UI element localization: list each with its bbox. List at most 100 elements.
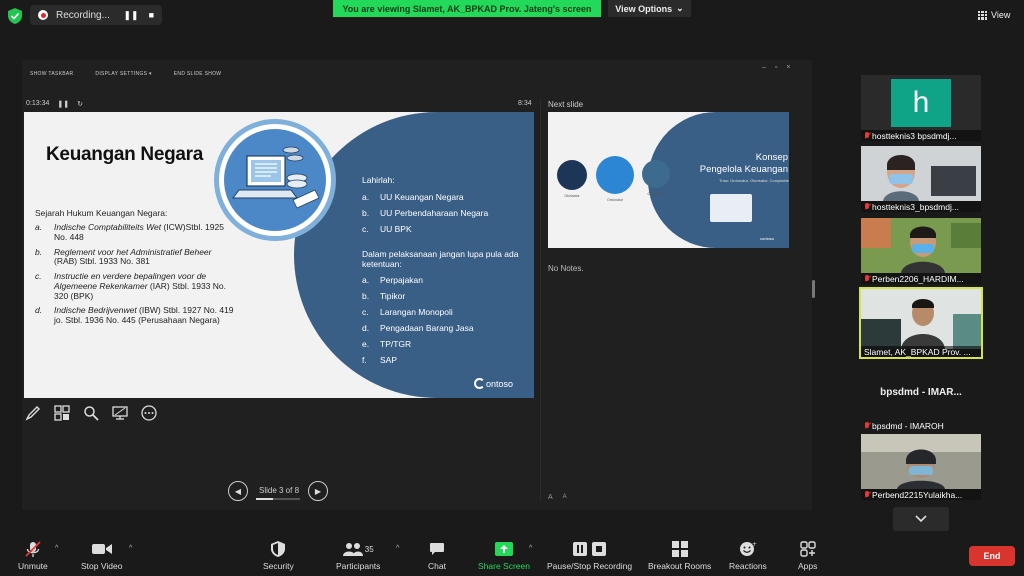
pause-timer-icon[interactable]: ❚❚ — [57, 100, 69, 108]
breakout-rooms-button[interactable]: Breakout Rooms — [648, 540, 711, 571]
end-meeting-button[interactable]: End — [969, 546, 1015, 566]
share-options-caret[interactable]: ^ — [529, 545, 532, 552]
slide-counter[interactable]: Slide 3 of 8 — [254, 486, 304, 495]
notes-text-size: A A — [548, 494, 567, 501]
viewing-banner: You are viewing Slamet, AK_BPKAD Prov. J… — [333, 0, 601, 17]
zoom-window: Recording... ❚❚ ■ You are viewing Slamet… — [0, 0, 1024, 576]
list-item: e. TP/TGR — [362, 339, 412, 350]
participants-button[interactable]: 35 Participants — [336, 540, 380, 571]
video-camera-icon — [91, 540, 112, 558]
scroll-participants-down-button[interactable] — [893, 507, 949, 531]
video-feed — [861, 146, 981, 201]
otorisator-icon — [557, 160, 587, 190]
chat-bubble-icon — [429, 540, 445, 558]
contoso-logo-icon — [474, 378, 485, 389]
slide-right-content: Lahirlah: a. UU Keuangan Negara b. UU Perb… — [362, 175, 532, 371]
participant-tile[interactable]: bpsdmd - IMAR... bpsdmd - IMAROH — [861, 363, 981, 431]
minimize-button[interactable]: – — [762, 64, 766, 71]
participant-display-name: bpsdmd - IMAR... — [880, 387, 962, 398]
otorisator-label: Otorisator — [564, 194, 580, 198]
next-slide-logo: contoso — [760, 236, 775, 241]
unmute-button[interactable]: Unmute — [18, 540, 48, 571]
share-screen-button[interactable]: Share Screen — [478, 540, 530, 571]
slide-title: Keuangan Negara — [46, 144, 204, 165]
next-slide-label: Next slide — [548, 100, 584, 109]
video-options-caret[interactable]: ^ — [129, 545, 132, 552]
splitter-handle[interactable] — [812, 280, 815, 298]
increase-text-size-button[interactable]: A — [548, 494, 553, 501]
clock: 8:34 — [518, 100, 532, 107]
black-screen-icon[interactable] — [111, 404, 129, 422]
list-item: b. UU Perbendaharaan Negara — [362, 207, 489, 218]
zoom-icon[interactable] — [82, 404, 100, 422]
chevron-down-icon: ⌄ — [676, 3, 684, 13]
list-item: d. Pengadaan Barang Jasa — [362, 323, 474, 334]
apps-button[interactable]: Apps — [798, 540, 817, 571]
meeting-illustration — [710, 194, 752, 222]
next-slide-thumbnail[interactable]: Otorisator Ordonatur Comptable Konsep Pe… — [548, 112, 789, 248]
active-speaker-tile[interactable]: Slamet, AK_BPKAD Prov. ... — [859, 287, 983, 359]
next-slide-title: Konsep Pengelola Keuangan — [699, 152, 788, 175]
stop-video-button[interactable]: Stop Video — [81, 540, 122, 571]
pen-icon[interactable] — [24, 404, 42, 422]
previous-slide-button[interactable]: ◀ — [228, 481, 248, 501]
list-item: b. Reglement voor het Administratief Beh… — [35, 246, 212, 267]
chevron-down-icon — [915, 515, 927, 523]
audio-options-caret[interactable]: ^ — [55, 545, 58, 552]
pause-recording-button[interactable]: ❚❚ — [123, 10, 138, 21]
recording-indicator: Recording... ❚❚ ■ — [30, 5, 162, 25]
participants-count: 35 — [364, 544, 374, 554]
mic-muted-icon — [864, 421, 870, 430]
chevron-right-icon: ▶ — [314, 486, 322, 496]
view-button[interactable]: View — [978, 7, 1018, 23]
restart-timer-icon[interactable]: ↻ — [77, 100, 83, 108]
list-item: c. Instructie en verdere bepalingen voor… — [35, 271, 226, 301]
list-item: a. UU Keuangan Negara — [362, 191, 464, 202]
participants-options-caret[interactable]: ^ — [396, 545, 399, 552]
restore-button[interactable]: ▫ — [775, 64, 777, 71]
next-slide-button[interactable]: ▶ — [308, 481, 328, 501]
right-heading-1: Lahirlah: — [362, 175, 395, 185]
recording-dot-icon — [38, 10, 48, 20]
current-slide: Keuangan Negara Sejarah Hukum Keuangan N… — [24, 112, 534, 398]
chat-button[interactable]: Chat — [428, 540, 446, 571]
speaker-notes[interactable]: No Notes. — [548, 264, 584, 273]
security-button[interactable]: Security — [263, 540, 294, 571]
ordonatur-icon — [596, 156, 634, 194]
participant-tile[interactable]: h hostteknis3 bpsdmdj... — [861, 75, 981, 141]
more-options-icon[interactable] — [140, 404, 158, 422]
stop-recording-button[interactable]: ■ — [149, 10, 154, 21]
slide-progress-bar — [256, 498, 300, 500]
list-item: b. Tipikor — [362, 291, 406, 302]
security-shield-icon[interactable] — [8, 8, 22, 24]
close-button[interactable]: × — [786, 64, 790, 71]
comptable-icon — [642, 160, 670, 188]
show-taskbar-button[interactable]: SHOW TASKBAR — [30, 71, 73, 77]
end-slide-show-button[interactable]: END SLIDE SHOW — [174, 71, 222, 77]
presenter-toolbar: SHOW TASKBAR DISPLAY SETTINGS ▾ END SLID… — [30, 71, 221, 77]
view-options-button[interactable]: View Options ⌄ — [608, 0, 691, 17]
left-heading: Sejarah Hukum Keuangan Negara: — [35, 208, 168, 218]
recording-label: Recording... — [56, 9, 110, 21]
participant-tile[interactable]: hostteknis3_bpsdmdj... — [861, 146, 981, 212]
mic-muted-icon — [864, 490, 870, 499]
svg-text:+: + — [752, 541, 757, 548]
list-item: f. SAP — [362, 355, 398, 366]
contoso-logo: ontoso — [474, 378, 513, 389]
apps-icon — [799, 540, 816, 558]
slide-tools — [24, 404, 158, 422]
decrease-text-size-button[interactable]: A — [563, 494, 567, 501]
laptop-money-icon — [232, 146, 320, 209]
slide-left-content: Sejarah Hukum Keuangan Negara: a. Indisc… — [35, 208, 235, 331]
mic-muted-icon — [864, 202, 870, 211]
pause-stop-recording-button[interactable]: Pause/Stop Recording — [547, 540, 632, 571]
list-item: a. Perpajakan — [362, 275, 424, 286]
participant-tile[interactable]: Perbend2215Yulaikha... — [861, 434, 981, 500]
display-settings-button[interactable]: DISPLAY SETTINGS ▾ — [95, 71, 151, 77]
view-options-label: View Options — [615, 3, 673, 14]
reactions-button[interactable]: + Reactions — [729, 540, 767, 571]
list-item: d. Indische Bedrijvenwet (IBW) Stbl. 192… — [35, 305, 234, 326]
participant-tile[interactable]: Perben2206_HARDIM... — [861, 218, 981, 284]
list-item: a. Indische Comptabiliteits Wet (ICW)Stb… — [35, 222, 224, 242]
see-all-slides-icon[interactable] — [53, 404, 71, 422]
